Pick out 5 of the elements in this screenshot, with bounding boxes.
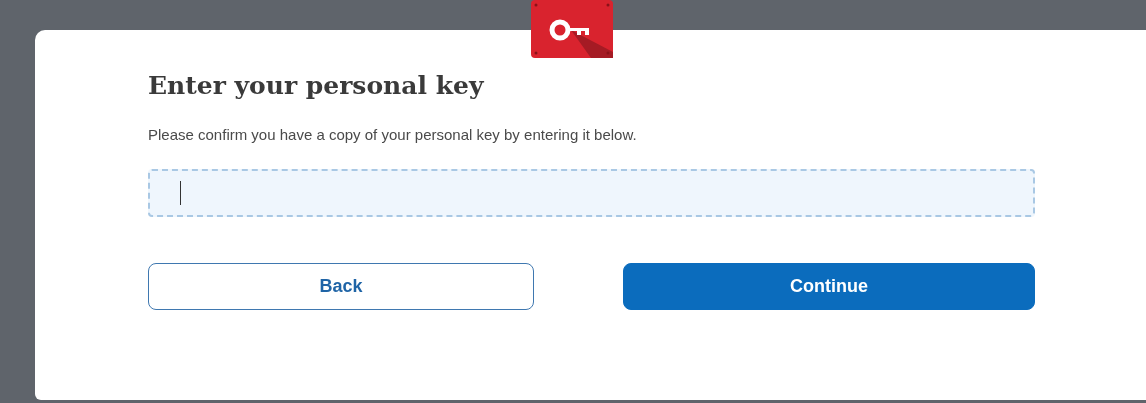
dialog-title: Enter your personal key — [148, 70, 485, 102]
continue-button[interactable]: Continue — [623, 262, 1035, 310]
dialog-description: Please confirm you have a copy of your personal key by entering it below. — [148, 125, 638, 145]
key-input-field[interactable] — [148, 168, 1035, 217]
back-button[interactable]: Back — [148, 262, 534, 310]
